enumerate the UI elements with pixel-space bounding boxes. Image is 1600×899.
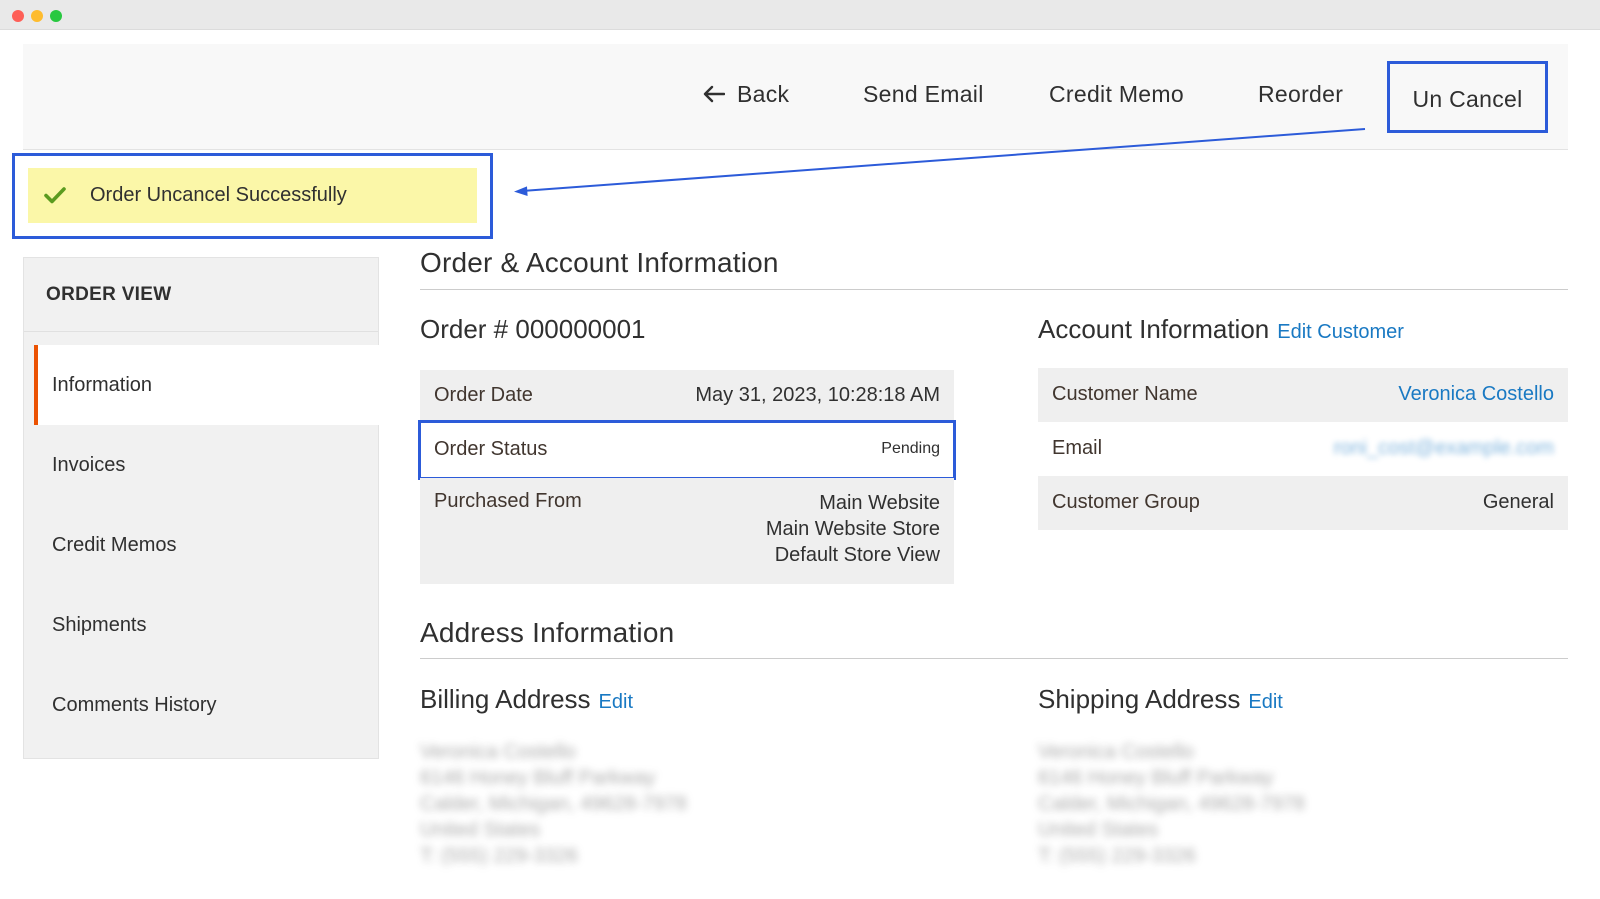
sidebar-item-credit-memos[interactable]: Credit Memos (34, 505, 379, 585)
billing-street: 6146 Honey Bluff Parkway (420, 767, 656, 789)
sidebar-item-comments-history[interactable]: Comments History (34, 665, 379, 745)
shipping-country: United States (1038, 819, 1159, 841)
back-button[interactable]: Back (703, 72, 789, 116)
section-divider (420, 289, 1568, 290)
page-actions-toolbar: Back Send Email Credit Memo Reorder Un C… (23, 44, 1568, 150)
purchased-from-label: Purchased From (434, 490, 582, 512)
order-date-label: Order Date (434, 384, 533, 406)
success-message-text: Order Uncancel Successfully (90, 184, 347, 206)
shipping-address-title: Shipping Address Edit (1038, 684, 1283, 715)
sidebar-title: ORDER VIEW (24, 258, 378, 332)
account-info-table: Customer Name Veronica Costello Email ro… (1038, 368, 1568, 530)
shipping-street: 6146 Honey Bluff Parkway (1038, 767, 1274, 789)
address-section-title: Address Information (420, 617, 675, 648)
back-label: Back (737, 81, 790, 107)
success-message: Order Uncancel Successfully (28, 168, 477, 223)
account-info-title: Account Information Edit Customer (1038, 314, 1404, 345)
billing-name: Veronica Costello (420, 741, 576, 763)
order-status-row: Order Status Pending (418, 420, 956, 480)
shipping-address-block: Veronica Costello 6146 Honey Bluff Parkw… (1038, 739, 1305, 869)
shipping-city: Calder, Michigan, 49628-7978 (1038, 793, 1305, 815)
customer-group-label: Customer Group (1052, 491, 1200, 513)
sidebar-item-information[interactable]: Information (34, 345, 379, 425)
edit-customer-link[interactable]: Edit Customer (1277, 321, 1404, 343)
address-divider (420, 658, 1568, 659)
purchased-from-row: Purchased From Main Website Main Website… (420, 478, 954, 584)
order-number-title: Order # 000000001 (420, 314, 646, 344)
edit-billing-link[interactable]: Edit (599, 691, 633, 713)
edit-shipping-link[interactable]: Edit (1248, 691, 1282, 713)
uncancel-button[interactable]: Un Cancel (1387, 61, 1548, 133)
billing-city: Calder, Michigan, 49628-7978 (420, 793, 687, 815)
order-date-value: May 31, 2023, 10:28:18 AM (695, 384, 940, 406)
customer-group-row: Customer Group General (1038, 476, 1568, 530)
customer-name-link[interactable]: Veronica Costello (1398, 383, 1554, 406)
purchased-website: Main Website (819, 492, 940, 514)
email-value[interactable]: roni_cost@example.com (1334, 437, 1554, 460)
email-label: Email (1052, 437, 1103, 459)
order-status-value: Pending (881, 440, 940, 457)
customer-name-row: Customer Name Veronica Costello (1038, 368, 1568, 422)
checkmark-icon (44, 187, 66, 204)
shipping-name: Veronica Costello (1038, 741, 1194, 763)
window-titlebar (0, 0, 1600, 30)
billing-phone: T: (555) 229-3326 (420, 845, 578, 867)
billing-address-block: Veronica Costello 6146 Honey Bluff Parkw… (420, 739, 687, 869)
order-date-row: Order Date May 31, 2023, 10:28:18 AM (420, 370, 954, 422)
order-status-label: Order Status (434, 438, 548, 460)
purchased-from-value: Main Website Main Website Store Default … (766, 490, 940, 568)
minimize-window-icon[interactable] (31, 10, 43, 22)
order-info-table: Order Date May 31, 2023, 10:28:18 AM Ord… (418, 370, 956, 584)
billing-address-heading: Billing Address (420, 684, 591, 714)
credit-memo-button[interactable]: Credit Memo (1049, 72, 1184, 116)
close-window-icon[interactable] (12, 10, 24, 22)
purchased-store-view: Default Store View (774, 544, 940, 566)
billing-country: United States (420, 819, 541, 841)
order-view-sidebar: ORDER VIEW Information Invoices Credit M… (23, 257, 379, 759)
billing-address-title: Billing Address Edit (420, 684, 633, 715)
send-email-button[interactable]: Send Email (863, 72, 984, 116)
shipping-phone: T: (555) 229-3326 (1038, 845, 1196, 867)
success-message-highlight: Order Uncancel Successfully (12, 153, 493, 239)
purchased-store: Main Website Store (765, 518, 940, 540)
sidebar-item-invoices[interactable]: Invoices (34, 425, 379, 505)
account-info-heading: Account Information (1038, 314, 1270, 344)
maximize-window-icon[interactable] (50, 10, 62, 22)
reorder-button[interactable]: Reorder (1258, 72, 1343, 116)
email-row: Email roni_cost@example.com (1038, 422, 1568, 476)
customer-name-label: Customer Name (1052, 383, 1198, 405)
shipping-address-heading: Shipping Address (1038, 684, 1241, 714)
order-account-section-title: Order & Account Information (420, 247, 779, 278)
arrow-left-icon (703, 85, 726, 103)
customer-group-value: General (1482, 491, 1554, 513)
sidebar-item-shipments[interactable]: Shipments (34, 585, 379, 665)
